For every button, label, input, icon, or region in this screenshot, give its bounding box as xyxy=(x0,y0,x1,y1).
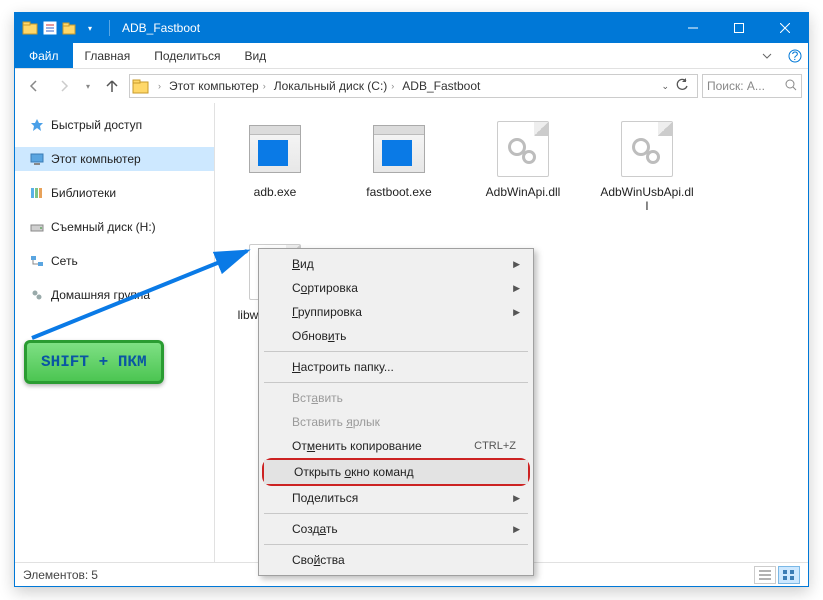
ctx-undo[interactable]: Отменить копированиеCTRL+Z xyxy=(262,434,530,458)
sidebar-item-label: Домашняя группа xyxy=(51,288,150,302)
svg-text:?: ? xyxy=(792,49,799,63)
address-bar[interactable]: › Этот компьютер› Локальный диск (C:)› A… xyxy=(129,74,698,98)
title-bar: ▾ ADB_Fastboot xyxy=(15,13,808,43)
sidebar-item-network[interactable]: Сеть xyxy=(15,249,214,273)
close-button[interactable] xyxy=(762,13,808,43)
ctx-group[interactable]: Группировка▶ xyxy=(262,300,530,324)
dll-icon xyxy=(497,121,549,177)
context-menu: Вид▶ Сортировка▶ Группировка▶ Обновить Н… xyxy=(258,248,534,576)
ctx-paste-shortcut: Вставить ярлык xyxy=(262,410,530,434)
ribbon-tabs: Файл Главная Поделиться Вид ? xyxy=(15,43,808,69)
sidebar-item-label: Съемный диск (H:) xyxy=(51,220,156,234)
ctx-customize-folder[interactable]: Настроить папку... xyxy=(262,355,530,379)
drive-icon xyxy=(29,219,45,235)
recent-dropdown-icon[interactable]: ▾ xyxy=(81,73,95,99)
ctx-refresh[interactable]: Обновить xyxy=(262,324,530,348)
file-label: adb.exe xyxy=(254,185,297,199)
maximize-button[interactable] xyxy=(716,13,762,43)
ctx-share[interactable]: Поделиться▶ xyxy=(262,486,530,510)
breadcrumb-this-pc[interactable]: Этот компьютер› xyxy=(169,79,270,93)
sidebar-item-label: Библиотеки xyxy=(51,186,116,200)
tab-home[interactable]: Главная xyxy=(73,43,143,68)
breadcrumb-folder[interactable]: ADB_Fastboot xyxy=(402,79,480,93)
sidebar-item-homegroup[interactable]: Домашняя группа xyxy=(15,283,214,307)
tab-view[interactable]: Вид xyxy=(232,43,278,68)
ctx-new[interactable]: Создать▶ xyxy=(262,517,530,541)
details-view-button[interactable] xyxy=(754,566,776,584)
forward-button[interactable] xyxy=(51,73,77,99)
sidebar-item-quick-access[interactable]: Быстрый доступ xyxy=(15,113,214,137)
crumb-chevron[interactable]: › xyxy=(154,81,165,91)
nav-row: ▾ › Этот компьютер› Локальный диск (C:)›… xyxy=(15,69,808,103)
up-button[interactable] xyxy=(99,73,125,99)
ctx-open-command-window[interactable]: Открыть окно команд xyxy=(264,460,528,484)
exe-icon xyxy=(373,125,425,173)
minimize-button[interactable] xyxy=(670,13,716,43)
qat-dropdown-icon[interactable]: ▾ xyxy=(81,19,99,37)
tab-share[interactable]: Поделиться xyxy=(142,43,232,68)
dll-icon xyxy=(621,121,673,177)
item-count-label: Элементов: xyxy=(23,568,88,582)
new-folder-icon[interactable] xyxy=(61,19,79,37)
file-item[interactable]: adb.exe xyxy=(227,119,323,214)
file-label: AdbWinUsbApi.dll xyxy=(599,185,695,214)
file-tab[interactable]: Файл xyxy=(15,43,73,68)
search-label: Поиск: A... xyxy=(707,79,765,93)
exe-icon xyxy=(249,125,301,173)
ribbon-expand-icon[interactable] xyxy=(752,43,782,68)
sidebar-item-label: Быстрый доступ xyxy=(51,118,142,132)
breadcrumb-drive-c[interactable]: Локальный диск (C:)› xyxy=(274,79,399,93)
sidebar-item-label: Этот компьютер xyxy=(51,152,141,166)
sidebar-item-removable-disk[interactable]: Съемный диск (H:) xyxy=(15,215,214,239)
folder-icon xyxy=(21,19,39,37)
file-item[interactable]: AdbWinUsbApi.dll xyxy=(599,119,695,214)
file-item[interactable]: fastboot.exe xyxy=(351,119,447,214)
help-icon[interactable]: ? xyxy=(782,43,808,68)
star-icon xyxy=(29,117,45,133)
refresh-icon[interactable] xyxy=(671,78,693,95)
sidebar-item-label: Сеть xyxy=(51,254,78,268)
search-icon xyxy=(785,79,797,94)
search-box[interactable]: Поиск: A... xyxy=(702,74,802,98)
network-icon xyxy=(29,253,45,269)
file-label: AdbWinApi.dll xyxy=(486,185,561,199)
annotation-hint: SHIFT + ПКМ xyxy=(24,340,164,384)
file-label: fastboot.exe xyxy=(366,185,431,199)
ctx-properties[interactable]: Свойства xyxy=(262,548,530,572)
back-button[interactable] xyxy=(21,73,47,99)
sidebar-item-this-pc[interactable]: Этот компьютер xyxy=(15,147,214,171)
icons-view-button[interactable] xyxy=(778,566,800,584)
file-item[interactable]: AdbWinApi.dll xyxy=(475,119,571,214)
ctx-paste: Вставить xyxy=(262,386,530,410)
pc-icon xyxy=(29,151,45,167)
item-count: 5 xyxy=(91,568,98,582)
homegroup-icon xyxy=(29,287,45,303)
libraries-icon xyxy=(29,185,45,201)
folder-icon xyxy=(132,77,150,95)
address-dropdown-icon[interactable]: ⌄ xyxy=(661,81,669,92)
sidebar-item-libraries[interactable]: Библиотеки xyxy=(15,181,214,205)
window-title: ADB_Fastboot xyxy=(114,21,208,35)
ctx-sort[interactable]: Сортировка▶ xyxy=(262,276,530,300)
ctx-view[interactable]: Вид▶ xyxy=(262,252,530,276)
properties-icon[interactable] xyxy=(41,19,59,37)
nav-pane: Быстрый доступ Этот компьютер Библиотеки… xyxy=(15,103,215,562)
